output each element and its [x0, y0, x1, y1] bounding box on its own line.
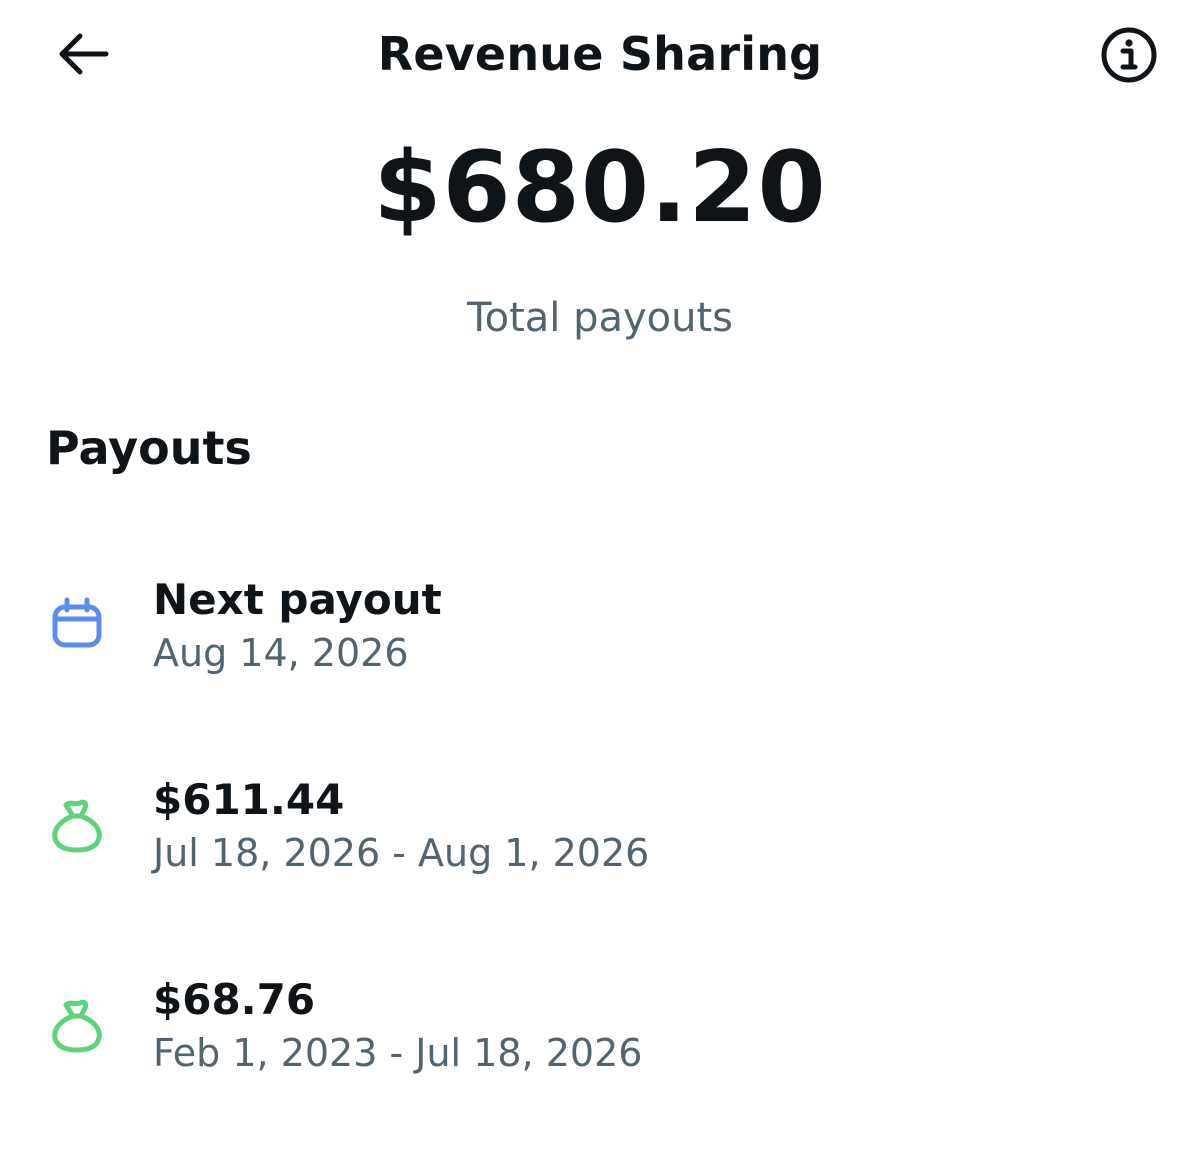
payout-amount: $68.76: [153, 975, 316, 1024]
payout-period: Feb 1, 2023 - Jul 18, 2026: [153, 1031, 643, 1075]
info-circle-icon: [1101, 27, 1157, 83]
payout-period: Jul 18, 2026 - Aug 1, 2026: [153, 831, 650, 875]
payout-row[interactable]: $611.44 Jul 18, 2026 - Aug 1, 2026: [0, 772, 1200, 902]
calendar-icon: [52, 597, 102, 648]
payout-row[interactable]: $68.76 Feb 1, 2023 - Jul 18, 2026: [0, 972, 1200, 1102]
next-payout-row[interactable]: Next payout Aug 14, 2026: [0, 572, 1200, 702]
top-bar: Revenue Sharing: [0, 0, 1200, 110]
page-title: Revenue Sharing: [377, 27, 823, 81]
total-payout-amount: $680.20: [373, 131, 827, 245]
payout-date: Aug 14, 2026: [153, 631, 409, 675]
payout-title: Next payout: [153, 575, 442, 624]
total-payout-label: Total payouts: [466, 295, 734, 341]
money-bag-icon: [52, 799, 102, 853]
payouts-heading: Payouts: [46, 421, 252, 475]
money-bag-icon: [52, 999, 102, 1053]
info-button[interactable]: [1098, 24, 1160, 86]
payout-amount: $611.44: [153, 775, 345, 824]
